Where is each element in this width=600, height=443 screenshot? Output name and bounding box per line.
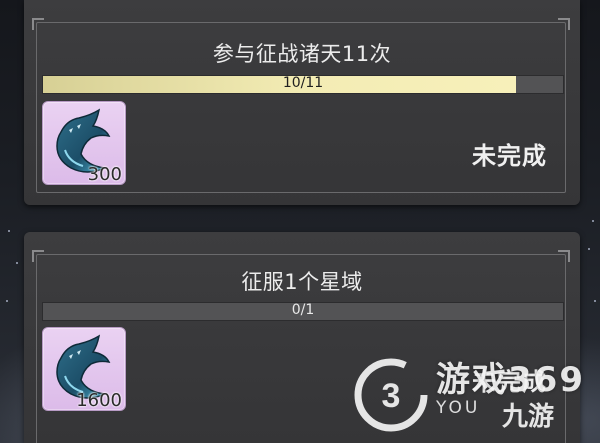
quest-card[interactable]: 参与征战诸天11次 10/11 300 未完成 bbox=[24, 0, 580, 205]
quest-progress-bar: 0/1 bbox=[42, 302, 564, 321]
frame-corner bbox=[32, 18, 44, 30]
progress-label: 0/1 bbox=[291, 302, 315, 318]
quest-progress-bar: 10/11 bbox=[42, 75, 564, 94]
frame-corner bbox=[32, 250, 44, 262]
quest-title: 参与征战诸天11次 bbox=[212, 42, 392, 66]
quest-title: 征服1个星域 bbox=[241, 270, 363, 294]
reward-item[interactable]: 300 bbox=[42, 101, 126, 185]
quest-status: 未完成 bbox=[472, 142, 547, 170]
reward-count: 300 bbox=[87, 164, 122, 185]
quest-status: 未完成 bbox=[472, 368, 547, 396]
frame-corner bbox=[558, 250, 570, 262]
reward-count: 1600 bbox=[76, 390, 122, 411]
progress-label: 10/11 bbox=[282, 75, 324, 91]
frame-corner bbox=[558, 18, 570, 30]
quest-card[interactable]: 征服1个星域 0/1 1600 未完成 bbox=[24, 232, 580, 443]
reward-item[interactable]: 1600 bbox=[42, 327, 126, 411]
